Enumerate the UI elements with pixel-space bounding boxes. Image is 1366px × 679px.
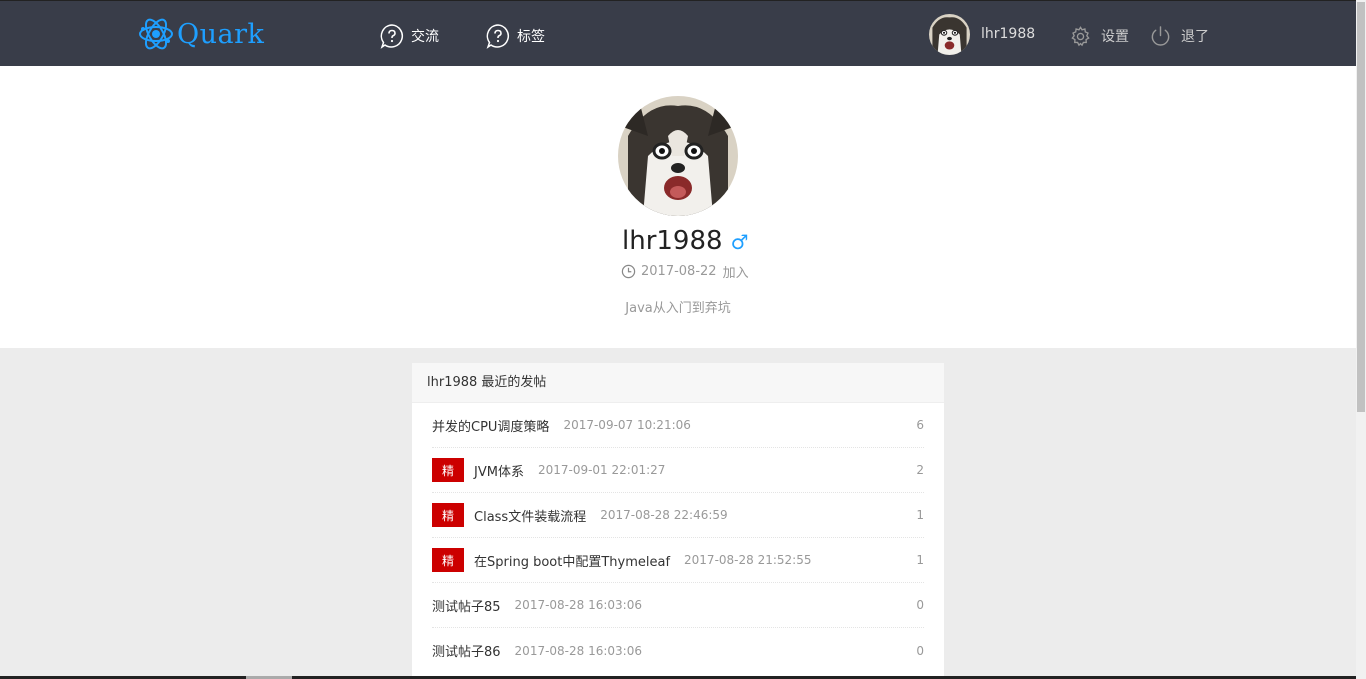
atom-logo-icon (139, 18, 173, 50)
clock-icon (621, 264, 636, 279)
post-row: 精 JVM体系 2017-09-01 22:01:27 2 (432, 448, 924, 493)
male-gender-icon: ♂ (730, 230, 749, 254)
post-time: 2017-08-28 22:46:59 (600, 508, 728, 522)
featured-badge: 精 (432, 548, 464, 572)
post-time: 2017-09-01 22:01:27 (537, 463, 666, 477)
logout-link[interactable]: 退了 (1149, 24, 1209, 48)
post-row: 测试帖子85 2017-08-28 16:03:06 0 (432, 583, 924, 628)
question-circle-icon (380, 24, 404, 49)
post-title-link[interactable]: 测试帖子85 (432, 596, 501, 615)
nav-item-exchange[interactable]: 交流 (379, 23, 439, 49)
question-circle-icon (486, 24, 510, 49)
recent-posts-title: lhr1988 最近的发帖 (412, 363, 944, 403)
post-row: 精 Class文件装载流程 2017-08-28 22:46:59 1 (432, 493, 924, 538)
nav-label: 交流 (411, 29, 439, 45)
husky-avatar-image (929, 14, 970, 55)
post-reply-count: 6 (916, 418, 924, 432)
user-avatar-small[interactable] (929, 14, 970, 55)
post-time: 2017-08-28 16:03:06 (514, 598, 642, 612)
featured-badge: 精 (432, 458, 464, 482)
post-row: 测试帖子86 2017-08-28 16:03:06 0 (432, 628, 924, 673)
post-title-link[interactable]: 在Spring boot中配置Thymeleaf (474, 551, 670, 570)
post-title-link[interactable]: 测试帖子86 (432, 641, 501, 660)
nav-label: 标签 (517, 29, 545, 45)
post-title-link[interactable]: Class文件装载流程 (474, 506, 586, 525)
post-reply-count: 2 (916, 463, 924, 477)
post-time: 2017-08-28 16:03:06 (514, 643, 642, 658)
post-time: 2017-08-28 21:52:55 (684, 553, 812, 567)
join-suffix: 加入 (722, 266, 749, 281)
gear-icon (1071, 25, 1090, 46)
profile-name: lhr1988 ♂ (622, 226, 749, 256)
settings-label: 设置 (1101, 29, 1129, 45)
logout-label: 退了 (1181, 29, 1209, 45)
logo-text: Quark (177, 18, 265, 50)
husky-avatar-image (618, 96, 738, 216)
post-reply-count: 1 (916, 508, 924, 522)
featured-badge: 精 (432, 503, 464, 527)
post-time: 2017-09-07 10:21:06 (563, 418, 691, 432)
profile-card: lhr1988 ♂ 2017-08-22 加入 Java从入门到弃坑 (0, 66, 1356, 348)
post-reply-count: 0 (916, 598, 924, 612)
profile-avatar (618, 96, 738, 216)
power-icon (1151, 25, 1170, 46)
user-name-top[interactable]: lhr1988 (981, 26, 1035, 42)
join-date: 2017-08-22 (641, 264, 717, 279)
vertical-scrollbar[interactable] (1356, 0, 1366, 679)
scrollbar-thumb[interactable] (1357, 2, 1365, 412)
profile-bio: Java从入门到弃坑 (625, 301, 731, 316)
top-navbar: Quark 交流 标签 lhr1988 设置 退了 (0, 0, 1356, 66)
post-row: 并发的CPU调度策略 2017-09-07 10:21:06 6 (432, 403, 924, 448)
post-row: 精 在Spring boot中配置Thymeleaf 2017-08-28 21… (432, 538, 924, 583)
settings-link[interactable]: 设置 (1069, 24, 1129, 48)
post-title-link[interactable]: 并发的CPU调度策略 (432, 416, 549, 435)
nav-item-tags[interactable]: 标签 (485, 23, 545, 49)
recent-posts-panel: lhr1988 最近的发帖 并发的CPU调度策略 2017-09-07 10:2… (412, 363, 944, 679)
profile-username: lhr1988 (622, 226, 723, 256)
logo[interactable]: Quark (137, 15, 264, 53)
post-title-link[interactable]: JVM体系 (474, 461, 524, 480)
post-reply-count: 1 (916, 553, 924, 567)
join-info: 2017-08-22 加入 (621, 262, 749, 281)
post-reply-count: 0 (916, 643, 924, 658)
